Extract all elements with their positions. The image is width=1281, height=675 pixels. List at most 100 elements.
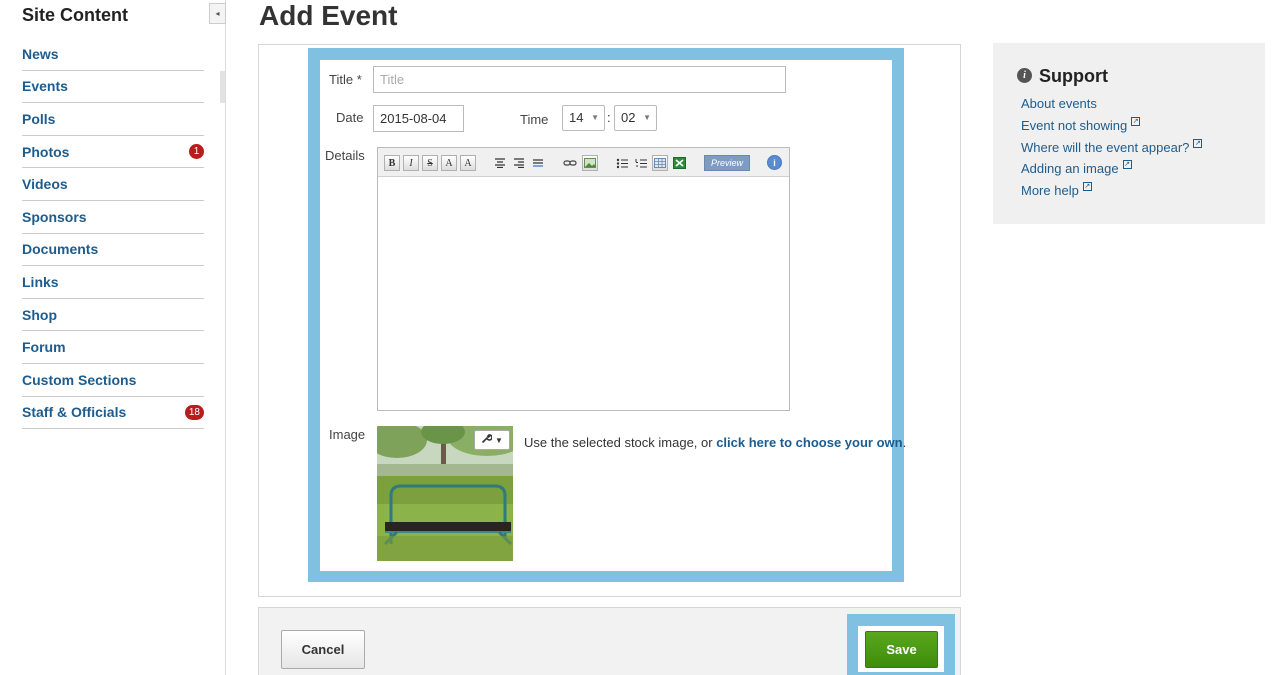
hour-select[interactable]: 14 ▼ — [562, 105, 605, 131]
spreadsheet-icon — [672, 157, 686, 169]
sidebar-item-links[interactable]: Links — [22, 266, 204, 299]
choose-own-image-link[interactable]: click here to choose your own — [716, 435, 902, 450]
insert-table-button[interactable] — [652, 155, 668, 171]
cancel-button[interactable]: Cancel — [281, 630, 365, 669]
insert-image-button[interactable] — [582, 155, 598, 171]
sidebar-item-events[interactable]: Events — [22, 71, 204, 104]
insert-spreadsheet-button[interactable] — [671, 155, 687, 171]
details-textarea[interactable] — [378, 177, 789, 411]
strikethrough-button[interactable]: S — [422, 155, 438, 171]
bullet-list-button[interactable] — [614, 155, 630, 171]
support-title: Support — [1039, 66, 1108, 86]
image-icon — [584, 158, 596, 168]
editor-toolbar: B I S A A Preview i — [378, 148, 789, 177]
sidebar-item-label: Polls — [22, 110, 56, 127]
sidebar-item-label: Documents — [22, 241, 99, 258]
numbered-list-icon — [635, 158, 647, 167]
italic-button[interactable]: I — [403, 155, 419, 171]
chevron-down-icon: ▼ — [495, 435, 503, 445]
sidebar-item-label: Videos — [22, 176, 68, 193]
sidebar-item-news[interactable]: News — [22, 38, 204, 71]
time-label: Time — [520, 112, 549, 127]
sidebar-item-label: Events — [22, 78, 68, 95]
sidebar-item-label: Links — [22, 273, 59, 290]
sidebar-item-label: Staff & Officials — [22, 404, 127, 421]
support-link-label: Adding an image — [1021, 161, 1119, 177]
support-link-label: Where will the event appear? — [1021, 139, 1190, 155]
table-icon — [654, 158, 666, 168]
bullet-list-icon — [616, 158, 628, 168]
support-link-adding-image[interactable]: Adding an image ↗ — [1021, 158, 1202, 180]
save-button[interactable]: Save — [865, 631, 938, 668]
details-editor: B I S A A Preview i — [377, 147, 790, 411]
sidebar-scrollbar[interactable] — [220, 71, 225, 103]
support-link-more-help[interactable]: More help ↗ — [1021, 180, 1202, 202]
chevron-down-icon: ▼ — [643, 113, 651, 122]
font-size-down-button[interactable]: A — [460, 155, 476, 171]
support-link-label: More help — [1021, 183, 1079, 199]
sidebar-item-sponsors[interactable]: Sponsors — [22, 201, 204, 234]
external-link-icon: ↗ — [1082, 182, 1092, 192]
support-link-about-events[interactable]: About events — [1021, 93, 1202, 115]
numbered-list-button[interactable] — [633, 155, 649, 171]
external-link-icon: ↗ — [1193, 138, 1203, 148]
image-label: Image — [329, 427, 366, 442]
sidebar-item-label: Sponsors — [22, 208, 87, 225]
sidebar-nav: News Events Polls Photos 1 Videos Sponsor… — [22, 38, 204, 430]
image-text-suffix: . — [902, 435, 907, 450]
support-link-label: About events — [1021, 96, 1097, 112]
sidebar-item-documents[interactable]: Documents — [22, 234, 204, 267]
title-input[interactable] — [373, 66, 786, 93]
horizontal-rule-icon — [533, 159, 543, 167]
sidebar-item-staff-officials[interactable]: Staff & Officials 18 — [22, 397, 204, 430]
align-center-button[interactable] — [492, 155, 508, 171]
image-options-button[interactable]: ▼ — [474, 430, 510, 450]
info-icon[interactable]: i — [767, 155, 782, 170]
font-size-up-button[interactable]: A — [441, 155, 457, 171]
chevron-down-icon: ▼ — [591, 113, 599, 122]
horizontal-rule-button[interactable] — [530, 155, 546, 171]
sidebar-item-forum[interactable]: Forum — [22, 331, 204, 364]
minute-value: 02 — [621, 110, 636, 125]
external-link-icon: ↗ — [1131, 117, 1141, 127]
insert-link-button[interactable] — [562, 155, 578, 171]
details-label: Details — [325, 148, 365, 163]
hour-value: 14 — [569, 110, 584, 125]
sidebar-item-label: Shop — [22, 306, 57, 323]
sidebar-item-label: Custom Sections — [22, 371, 137, 388]
count-badge: 18 — [184, 404, 204, 420]
page-title: Add Event — [259, 0, 398, 31]
minute-select[interactable]: 02 ▼ — [614, 105, 657, 131]
sidebar-item-photos[interactable]: Photos 1 — [22, 136, 204, 169]
link-icon — [563, 160, 577, 166]
sidebar-item-label: Photos — [22, 143, 70, 160]
support-links: About events Event not showing ↗ Where wi… — [1021, 93, 1203, 202]
align-right-button[interactable] — [511, 155, 527, 171]
date-input[interactable] — [373, 105, 464, 132]
sidebar-title: Site Content — [22, 5, 128, 25]
sidebar-item-shop[interactable]: Shop — [22, 299, 204, 332]
collapse-sidebar-button[interactable]: ◂ — [209, 3, 226, 24]
sidebar-item-videos[interactable]: Videos — [22, 168, 204, 201]
sidebar-item-label: News — [22, 45, 59, 62]
image-helper-text: Use the selected stock image, or click h… — [524, 435, 906, 450]
date-label: Date — [336, 110, 364, 125]
info-icon: i — [1017, 68, 1032, 83]
support-link-event-not-showing[interactable]: Event not showing ↗ — [1021, 115, 1202, 137]
wrench-icon — [481, 433, 493, 447]
align-center-icon — [495, 158, 505, 168]
preview-button[interactable]: Preview — [704, 155, 750, 171]
sidebar-item-custom-sections[interactable]: Custom Sections — [22, 364, 204, 397]
sidebar-item-label: Forum — [22, 339, 66, 356]
title-label: Title * — [329, 72, 362, 87]
time-separator: : — [607, 110, 611, 125]
external-link-icon: ↗ — [1122, 160, 1132, 170]
count-badge: 1 — [189, 143, 204, 159]
support-link-where-event-appear[interactable]: Where will the event appear? ↗ — [1021, 136, 1203, 158]
support-link-label: Event not showing — [1021, 118, 1128, 134]
bold-button[interactable]: B — [384, 155, 400, 171]
align-right-icon — [514, 158, 524, 168]
image-text-prefix: Use the selected stock image, or — [524, 435, 717, 450]
sidebar: Site Content ◂ News Events Polls Photos 1… — [0, 0, 226, 675]
sidebar-item-polls[interactable]: Polls — [22, 103, 204, 136]
